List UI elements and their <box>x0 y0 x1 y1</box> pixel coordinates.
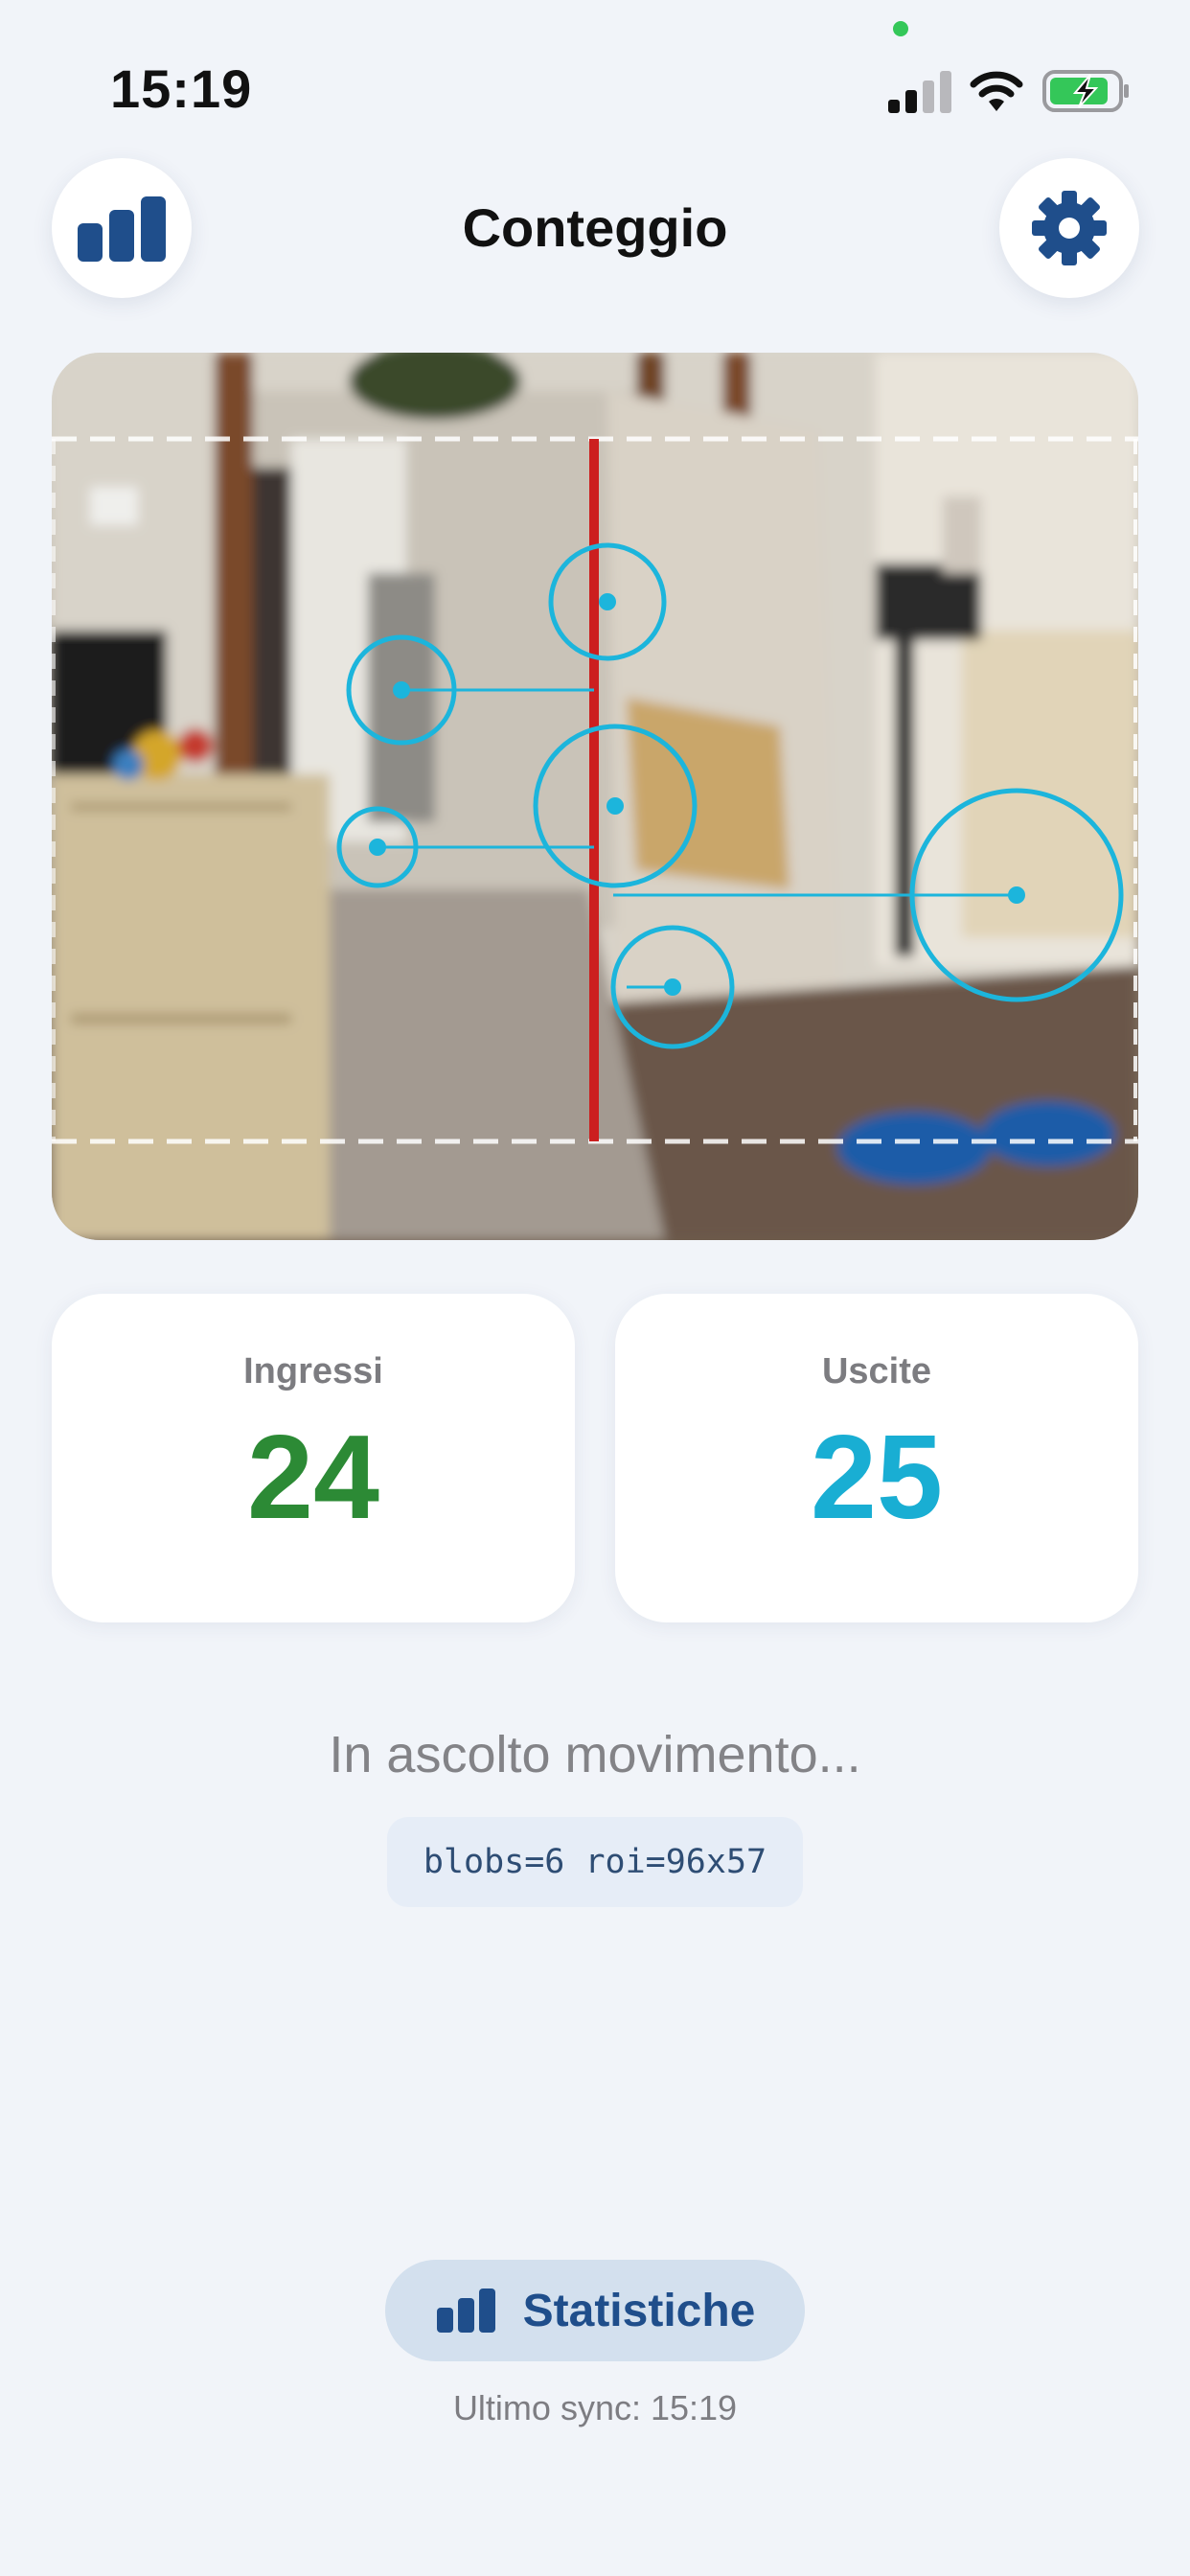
cellular-signal-icon <box>888 71 951 113</box>
settings-button[interactable] <box>999 158 1139 298</box>
status-bar-time: 15:19 <box>110 58 253 119</box>
entries-count: 24 <box>247 1412 379 1544</box>
camera-in-use-indicator <box>893 21 908 36</box>
debug-info-badge: blobs=6 roi=96x57 <box>387 1817 803 1907</box>
camera-preview <box>52 353 1138 1240</box>
battery-charging-icon <box>1042 70 1129 112</box>
last-sync-text: Ultimo sync: 15:19 <box>452 2388 738 2427</box>
status-message: In ascolto movimento... <box>329 1726 861 1783</box>
gear-icon <box>1032 191 1107 265</box>
exits-card: Uscite 25 <box>615 1294 1138 1622</box>
entries-label: Ingressi <box>243 1351 383 1392</box>
camera-scene <box>52 353 1138 1240</box>
exits-label: Uscite <box>821 1351 932 1392</box>
entries-card: Ingressi 24 <box>52 1294 575 1622</box>
debug-info-text: blobs=6 roi=96x57 <box>423 1843 767 1881</box>
statistics-pill-label: Statistiche <box>522 2285 756 2336</box>
wifi-icon <box>970 71 1023 111</box>
exits-count: 25 <box>811 1412 943 1544</box>
statistics-pill-button[interactable]: Statistiche <box>385 2260 805 2361</box>
bar-chart-icon <box>436 2288 495 2333</box>
